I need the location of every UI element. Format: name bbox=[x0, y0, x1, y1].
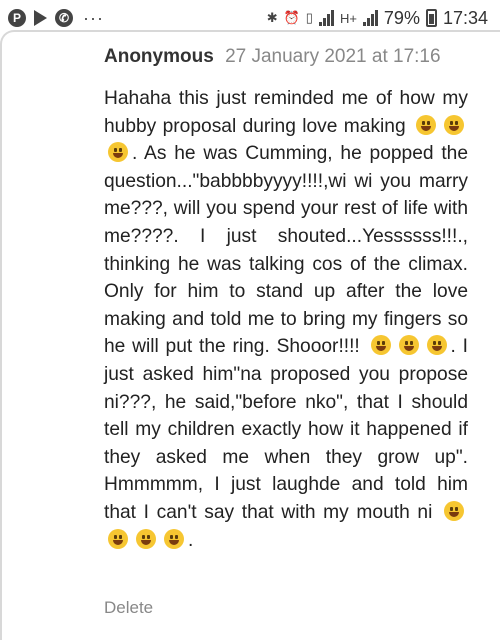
network-type: H+ bbox=[339, 10, 357, 26]
comment-text-part-2: . As he was Cumming, he popped the quest… bbox=[104, 143, 468, 358]
battery-icon bbox=[425, 9, 437, 27]
signal-icon-1 bbox=[318, 10, 334, 26]
smiley-emoji-icon bbox=[444, 500, 464, 521]
pinterest-icon: P bbox=[8, 9, 26, 27]
comment-header: Anonymous 27 January 2021 at 17:16 bbox=[104, 46, 441, 68]
status-right: ✱ ⏰ ▯ H+ 79% 17:34 bbox=[267, 8, 488, 29]
more-notifications-icon: ··· bbox=[83, 7, 104, 28]
winking-emoji-icon bbox=[136, 528, 156, 549]
laughing-emoji-icon bbox=[426, 335, 447, 356]
grinning-emoji-icon bbox=[416, 114, 436, 135]
clock: 17:34 bbox=[442, 7, 488, 28]
phone-icon: ✆ bbox=[55, 9, 73, 27]
comment-text-part-4: . bbox=[188, 529, 194, 551]
comment-date[interactable]: 27 January 2021 at 17:16 bbox=[225, 46, 441, 67]
smiley-emoji-icon bbox=[444, 114, 464, 135]
bluetooth-icon: ✱ bbox=[266, 10, 278, 25]
grinning-emoji-icon bbox=[108, 528, 128, 549]
smiley-emoji-icon bbox=[370, 335, 391, 356]
comment-text-part-1: Hahaha this just reminded me of how my h… bbox=[104, 88, 468, 137]
alarm-icon: ⏰ bbox=[283, 10, 300, 25]
comment-body: Hahaha this just reminded me of how my h… bbox=[104, 85, 468, 554]
play-icon bbox=[34, 10, 47, 26]
sim-icon: ▯ bbox=[305, 10, 313, 25]
grinning-emoji-icon bbox=[398, 335, 419, 356]
comment-card: Anonymous 27 January 2021 at 17:16 Hahah… bbox=[0, 30, 500, 640]
laughing-emoji-icon bbox=[108, 142, 128, 163]
comment-author[interactable]: Anonymous bbox=[104, 46, 214, 67]
comment-text-part-3: . I just asked him"na proposed you propo… bbox=[104, 336, 468, 523]
signal-icon-2 bbox=[362, 10, 378, 26]
status-left: P ✆ ··· bbox=[8, 8, 104, 29]
laughing-emoji-icon bbox=[164, 528, 184, 549]
battery-percentage: 79% bbox=[383, 7, 420, 28]
delete-link[interactable]: Delete bbox=[104, 598, 153, 618]
